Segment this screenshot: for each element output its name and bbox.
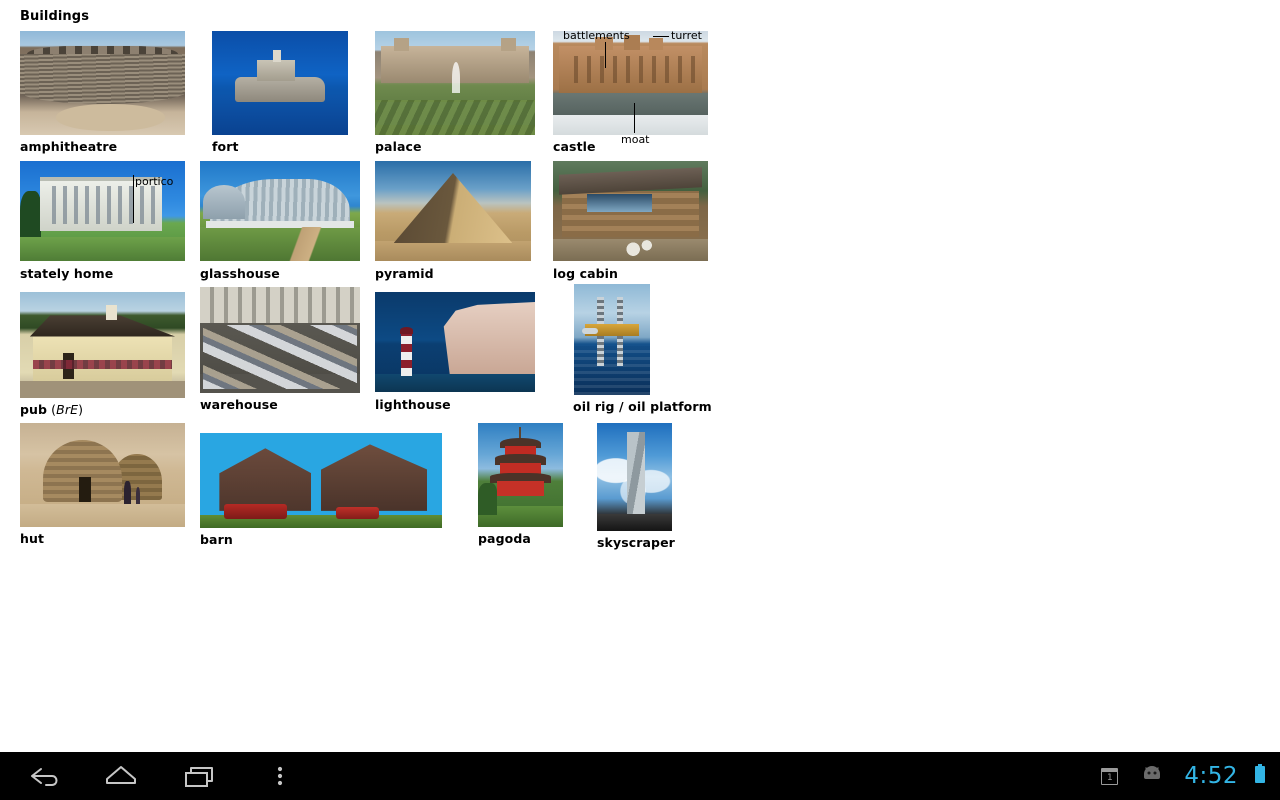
- log-cabin-image[interactable]: [553, 161, 708, 261]
- pyramid-image[interactable]: [375, 161, 531, 261]
- status-area[interactable]: 1 4:52: [1101, 752, 1280, 800]
- page-title: Buildings: [20, 9, 90, 24]
- caption-glasshouse: glasshouse: [200, 266, 280, 281]
- caption-amphitheatre: amphitheatre: [20, 139, 118, 154]
- caption-warehouse: warehouse: [200, 397, 278, 412]
- battery-icon[interactable]: [1254, 764, 1266, 788]
- annotation-portico: portico: [135, 175, 174, 188]
- picture-cell-fort[interactable]: fort: [212, 31, 382, 154]
- picture-cell-palace[interactable]: palace: [375, 31, 545, 154]
- home-button[interactable]: [94, 752, 150, 800]
- caption-skyscraper: skyscraper: [597, 535, 675, 550]
- status-clock: 4:52: [1184, 763, 1238, 789]
- picture-cell-log-cabin[interactable]: log cabin: [553, 161, 723, 281]
- glasshouse-image[interactable]: [200, 161, 360, 261]
- picture-cell-stately-home[interactable]: portico stately home: [20, 161, 190, 281]
- content-page: Buildings amphitheatre fort palace battl…: [0, 0, 1280, 752]
- oil-rig-image[interactable]: [574, 284, 650, 395]
- caption-pagoda: pagoda: [478, 531, 531, 546]
- amphitheatre-image[interactable]: [20, 31, 185, 135]
- picture-cell-pub[interactable]: pub (BrE): [20, 292, 190, 417]
- leader-line-portico: [133, 175, 134, 223]
- castle-image[interactable]: [553, 31, 708, 135]
- annotation-moat: moat: [621, 133, 650, 146]
- hut-image[interactable]: [20, 423, 185, 527]
- picture-cell-warehouse[interactable]: warehouse: [200, 287, 370, 413]
- caption-pub-word: pub: [20, 402, 48, 417]
- android-robot-icon: [1140, 765, 1164, 787]
- caption-palace: palace: [375, 139, 422, 154]
- picture-cell-lighthouse[interactable]: lighthouse: [375, 292, 545, 414]
- caption-fort: fort: [212, 139, 239, 154]
- picture-cell-amphitheatre[interactable]: amphitheatre: [20, 31, 190, 154]
- caption-stately-home: stately home: [20, 266, 114, 281]
- recent-apps-button[interactable]: [174, 752, 230, 800]
- notification-count-label: 1: [1106, 772, 1113, 783]
- leader-line-turret: [653, 36, 669, 37]
- picture-cell-oil-rig[interactable]: oil rig / oil platform: [573, 284, 774, 414]
- back-button[interactable]: [14, 752, 70, 800]
- picture-cell-barn[interactable]: barn: [200, 433, 445, 548]
- palace-image[interactable]: [375, 31, 535, 135]
- picture-cell-hut[interactable]: hut: [20, 423, 190, 546]
- fort-image[interactable]: [212, 31, 348, 135]
- recent-apps-icon: [185, 767, 213, 787]
- screen-root: Buildings amphitheatre fort palace battl…: [0, 0, 1280, 800]
- home-icon: [106, 766, 136, 784]
- barn-image[interactable]: [200, 433, 442, 528]
- caption-oil-rig: oil rig / oil platform: [573, 399, 712, 414]
- skyscraper-image[interactable]: [597, 423, 672, 531]
- caption-pub-register: BrE: [56, 402, 79, 417]
- overflow-menu-icon: [277, 766, 283, 786]
- annotation-battlements: battlements: [563, 29, 630, 42]
- warehouse-image[interactable]: [200, 287, 360, 393]
- picture-cell-skyscraper[interactable]: skyscraper: [597, 423, 737, 550]
- leader-line-moat: [634, 103, 635, 133]
- leader-line-battlements: [605, 42, 606, 68]
- picture-cell-pyramid[interactable]: pyramid: [375, 161, 545, 281]
- lighthouse-image[interactable]: [375, 292, 535, 392]
- back-icon: [31, 768, 58, 786]
- android-system-bar: 1 4:52: [0, 752, 1280, 800]
- picture-cell-castle[interactable]: battlements turret moat castle: [553, 29, 733, 159]
- caption-hut: hut: [20, 531, 45, 546]
- notification-count-badge[interactable]: 1: [1101, 767, 1119, 785]
- picture-cell-glasshouse[interactable]: glasshouse: [200, 161, 370, 281]
- caption-barn: barn: [200, 532, 233, 547]
- pub-image[interactable]: [20, 292, 185, 398]
- caption-lighthouse: lighthouse: [375, 397, 451, 412]
- caption-log-cabin: log cabin: [553, 266, 619, 281]
- annotation-turret: turret: [671, 29, 702, 42]
- caption-pub: pub (BrE): [20, 402, 84, 417]
- pagoda-image[interactable]: [478, 423, 563, 527]
- picture-cell-pagoda[interactable]: pagoda: [478, 423, 608, 546]
- caption-pyramid: pyramid: [375, 266, 434, 281]
- caption-castle: castle: [553, 139, 596, 154]
- overflow-menu-button[interactable]: [254, 752, 310, 800]
